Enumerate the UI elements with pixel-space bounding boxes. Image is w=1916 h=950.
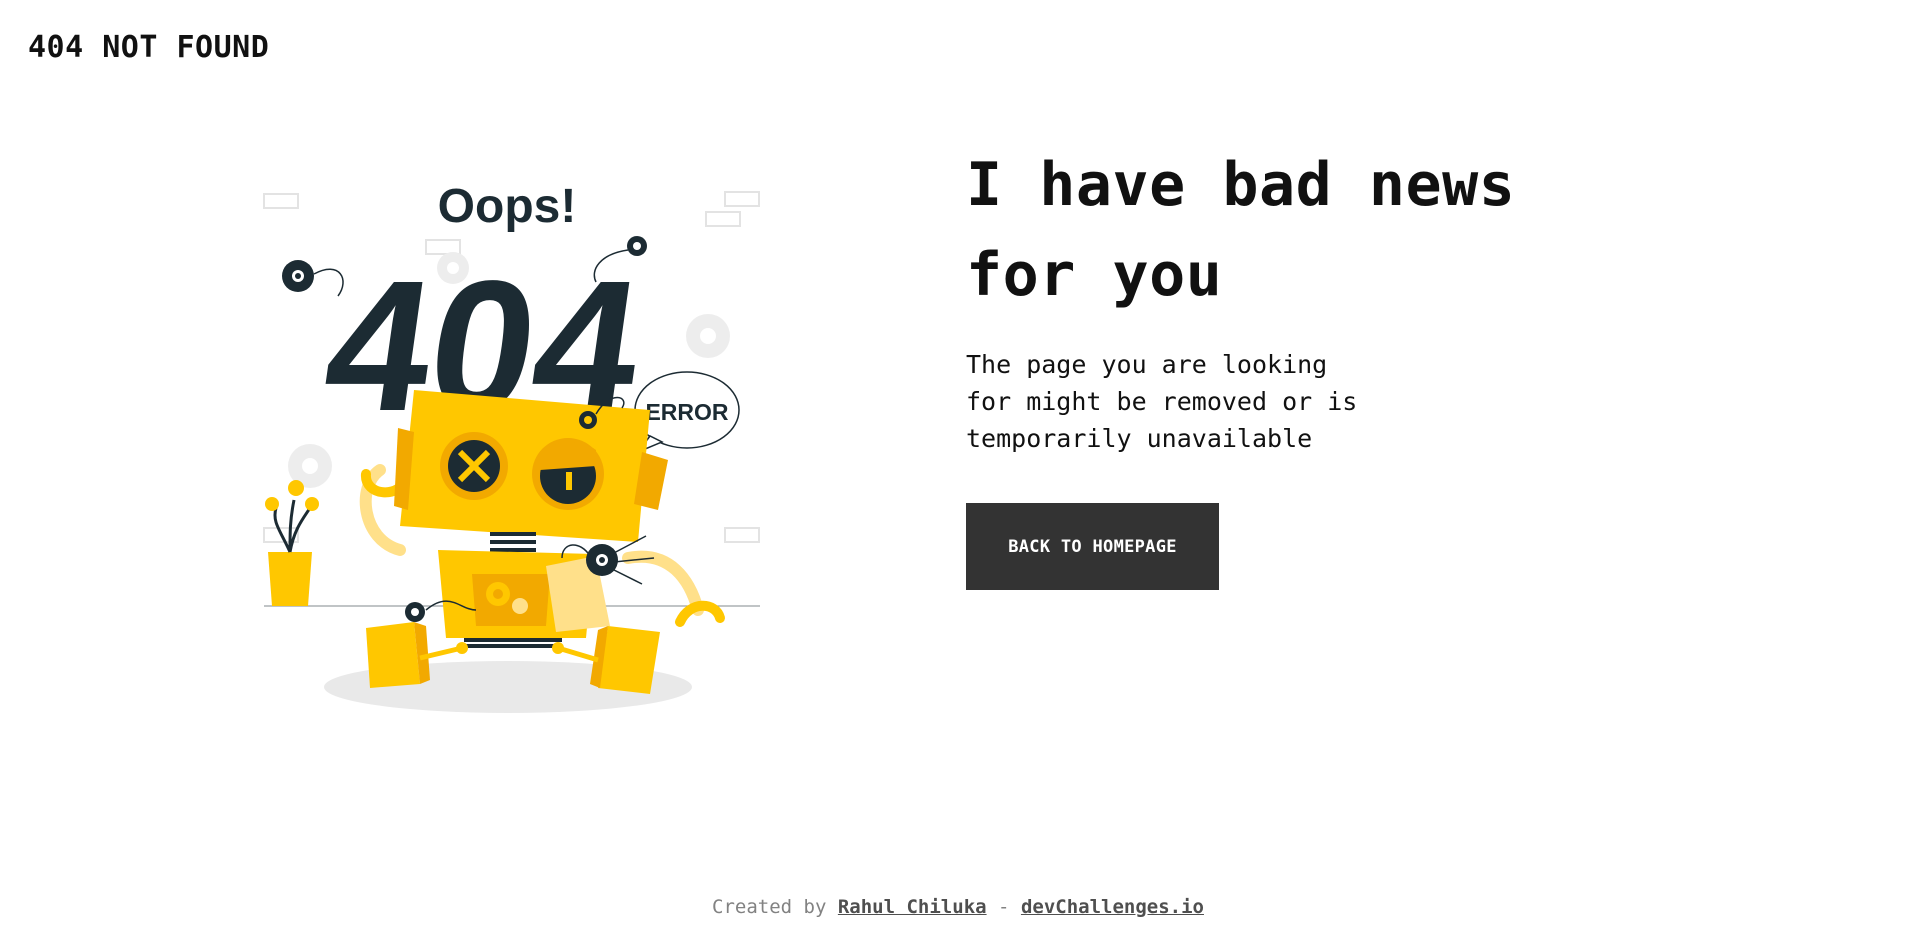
author-link[interactable]: Rahul Chiluka (838, 896, 987, 918)
footer-prefix: Created by (712, 896, 827, 918)
footer-separator: - (998, 896, 1010, 918)
description-text: The page you are looking for might be re… (966, 350, 1358, 453)
headline-line-2: for you (966, 240, 1223, 310)
site-logo-text[interactable]: 404 NOT FOUND (28, 30, 269, 65)
gear-icon (627, 236, 647, 256)
footer: Created by Rahul Chiluka - devChallenges… (0, 896, 1916, 918)
back-to-homepage-button[interactable]: Back to Homepage (966, 503, 1219, 590)
main-content: I have bad news for you The page you are… (966, 140, 1606, 590)
headline-line-1: I have bad news (966, 150, 1516, 220)
gear-icon (586, 544, 618, 576)
illustration-svg: Oops! 404 ERROR (263, 180, 760, 713)
gear-icon (579, 411, 597, 429)
error-bubble-text: ERROR (645, 399, 728, 425)
error-speech-bubble: ERROR (634, 371, 740, 454)
robot-404-illustration: Oops! 404 ERROR (250, 170, 790, 730)
gear-icon (405, 602, 425, 622)
page: 404 NOT FOUND Oops! 404 ERROR I have bad… (0, 0, 1916, 950)
robot-head (394, 390, 668, 542)
devchallenges-link[interactable]: devChallenges.io (1021, 896, 1204, 918)
robot-neck (490, 532, 536, 552)
gear-icon (282, 260, 314, 292)
oops-text: Oops! (438, 180, 577, 233)
headline: I have bad news for you (966, 140, 1606, 320)
